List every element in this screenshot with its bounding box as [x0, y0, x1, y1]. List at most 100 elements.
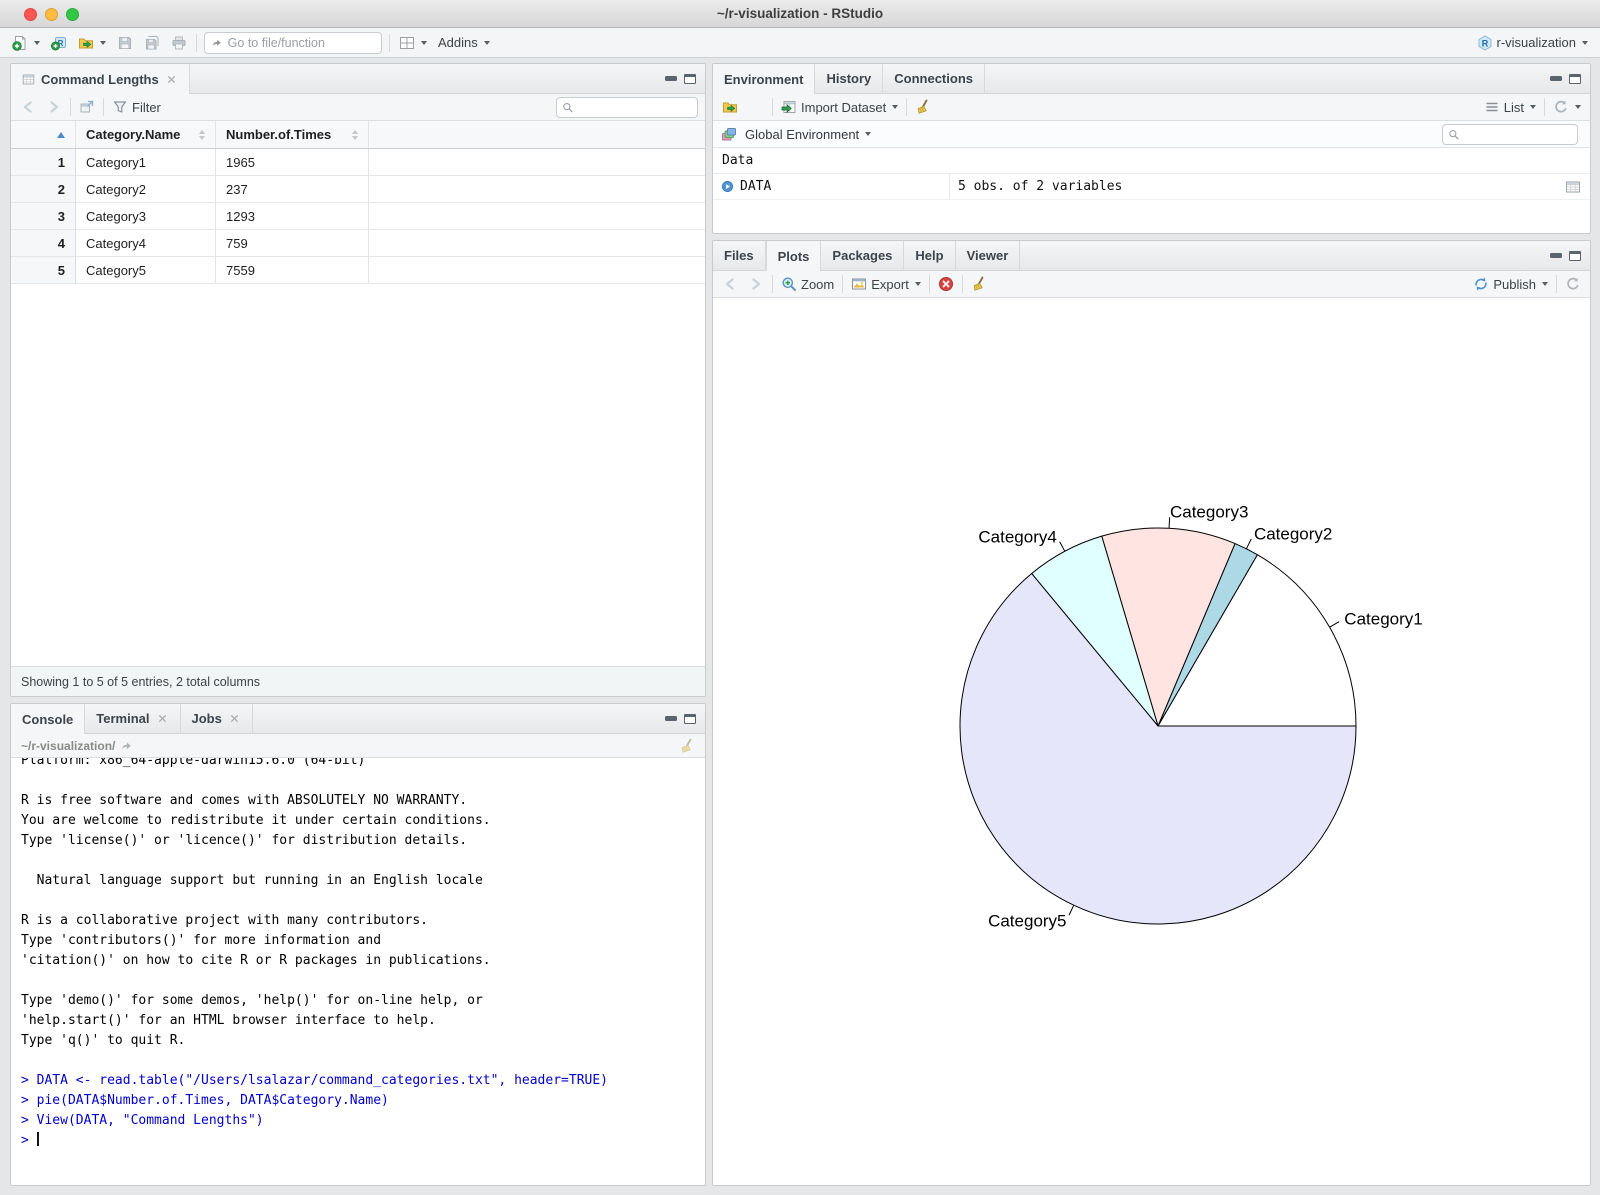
- close-icon[interactable]: [228, 712, 241, 725]
- import-dataset-button[interactable]: Import Dataset: [779, 97, 900, 117]
- forward-button[interactable]: [44, 97, 64, 117]
- expand-play-icon[interactable]: [721, 180, 734, 193]
- maximize-pane-icon[interactable]: [684, 713, 696, 724]
- minimize-pane-icon[interactable]: [1550, 253, 1562, 258]
- tab-console[interactable]: Console: [11, 704, 86, 734]
- goto-file-input[interactable]: [227, 35, 375, 50]
- minimize-pane-icon[interactable]: [665, 76, 677, 81]
- popout-window-icon: [79, 99, 95, 115]
- table-row: 2 Category2 237: [11, 176, 705, 203]
- maximize-pane-icon[interactable]: [684, 73, 696, 84]
- minimize-pane-icon[interactable]: [665, 716, 677, 721]
- console-output-line: Type 'license()' or 'licence()' for dist…: [21, 833, 468, 848]
- clear-console-icon[interactable]: [679, 738, 695, 754]
- console-tab-label: Console: [22, 711, 74, 727]
- save-button[interactable]: [115, 33, 135, 53]
- new-file-button[interactable]: [10, 33, 42, 53]
- forward-arrow-icon: [748, 276, 764, 292]
- viewer-search-input[interactable]: [577, 100, 692, 114]
- environment-search-input[interactable]: [1463, 127, 1572, 141]
- save-all-button[interactable]: [142, 33, 162, 53]
- save-all-icon: [144, 35, 160, 51]
- column-header-category-name[interactable]: Category.Name: [76, 121, 216, 148]
- tab-history[interactable]: History: [815, 64, 884, 93]
- close-icon[interactable]: [156, 712, 169, 725]
- toolbar-separator: [906, 98, 908, 116]
- panes-grid-icon: [399, 35, 415, 51]
- tab-command-lengths[interactable]: Command Lengths: [11, 64, 190, 94]
- number-of-times-cell: 7559: [216, 257, 369, 283]
- viewer-tab-label: Command Lengths: [41, 71, 159, 87]
- save-workspace-button[interactable]: [746, 97, 766, 117]
- environment-scope-button[interactable]: Global Environment: [743, 125, 873, 144]
- open-folder-icon: [722, 99, 738, 115]
- number-of-times-cell: 237: [216, 176, 369, 202]
- close-window-button[interactable]: [24, 7, 37, 21]
- publish-icon: [1473, 276, 1489, 292]
- filter-button[interactable]: Filter: [110, 97, 163, 117]
- tab-files[interactable]: Files: [713, 241, 766, 270]
- tab-jobs[interactable]: Jobs: [181, 704, 253, 733]
- clear-environment-button[interactable]: [913, 97, 933, 117]
- traffic-lights: [24, 0, 79, 28]
- list-view-button[interactable]: List: [1482, 97, 1538, 117]
- row-index-cell: 3: [11, 203, 76, 229]
- tab-terminal[interactable]: Terminal: [85, 704, 181, 733]
- close-icon[interactable]: [165, 73, 178, 86]
- refresh-plot-button[interactable]: [1563, 274, 1583, 294]
- refresh-environment-button[interactable]: [1551, 97, 1583, 117]
- row-index-header[interactable]: [11, 121, 76, 148]
- tab-help[interactable]: Help: [904, 241, 956, 270]
- console-prompt-line[interactable]: >: [21, 1131, 695, 1151]
- open-file-button[interactable]: [76, 33, 108, 53]
- open-in-new-window-button[interactable]: [77, 97, 97, 117]
- remove-plot-button[interactable]: [936, 274, 956, 294]
- text-cursor: [36, 1132, 39, 1146]
- maximize-pane-icon[interactable]: [1569, 250, 1581, 261]
- export-plot-button[interactable]: Export: [849, 274, 923, 294]
- previous-plot-button[interactable]: [720, 274, 740, 294]
- tab-connections[interactable]: Connections: [883, 64, 985, 93]
- fullscreen-window-button[interactable]: [66, 7, 79, 21]
- maximize-pane-icon[interactable]: [1569, 73, 1581, 84]
- column-header-number-of-times[interactable]: Number.of.Times: [216, 121, 369, 148]
- publish-button[interactable]: Publish: [1471, 274, 1550, 294]
- plots-tab-label: Help: [915, 248, 944, 263]
- import-dataset-label: Import Dataset: [801, 99, 887, 115]
- console-output-line: 'citation()' on how to cite R or R packa…: [21, 953, 491, 968]
- addins-button[interactable]: Addins: [436, 33, 492, 52]
- environment-section-header: Data: [713, 148, 1590, 174]
- console-output-line: You are welcome to redistribute it under…: [21, 813, 491, 828]
- next-plot-button[interactable]: [746, 274, 766, 294]
- console-output-line: 'help.start()' for an HTML browser inter…: [21, 1013, 436, 1028]
- print-button[interactable]: [169, 33, 189, 53]
- goto-file-box: [204, 31, 382, 54]
- new-project-icon: R: [51, 35, 67, 51]
- load-workspace-button[interactable]: [720, 97, 740, 117]
- minimize-pane-icon[interactable]: [1550, 76, 1562, 81]
- pie-label-category5: Category5: [988, 912, 1066, 931]
- table-row: 5 Category5 7559: [11, 257, 705, 284]
- back-button[interactable]: [18, 97, 38, 117]
- clear-all-plots-button[interactable]: [969, 274, 989, 294]
- tab-environment[interactable]: Environment: [713, 64, 816, 94]
- tab-packages[interactable]: Packages: [821, 241, 905, 270]
- table-status-bar: Showing 1 to 5 of 5 entries, 2 total col…: [11, 666, 705, 696]
- viewer-search-box: [556, 96, 698, 118]
- list-icon: [1484, 99, 1500, 115]
- list-view-label: List: [1503, 99, 1524, 115]
- tab-viewer[interactable]: Viewer: [956, 241, 1021, 270]
- new-project-button[interactable]: R: [49, 33, 69, 53]
- go-to-directory-icon[interactable]: [120, 739, 133, 752]
- zoom-plot-button[interactable]: Zoom: [779, 274, 836, 294]
- minimize-window-button[interactable]: [45, 7, 58, 21]
- pane-layout-button[interactable]: [397, 33, 429, 53]
- view-data-grid-icon[interactable]: [1565, 179, 1581, 195]
- console-input-line: > View(DATA, "Command Lengths"): [21, 1113, 264, 1128]
- project-menu-button[interactable]: R r-visualization: [1475, 33, 1590, 53]
- tab-plots[interactable]: Plots: [765, 241, 822, 271]
- environment-entry-row[interactable]: DATA 5 obs. of 2 variables: [713, 174, 1590, 200]
- category-name-cell: Category4: [76, 230, 216, 256]
- console-output-line: R is free software and comes with ABSOLU…: [21, 793, 468, 808]
- console-output[interactable]: Platform: x86_64-apple-darwin15.6.0 (64-…: [11, 758, 705, 1185]
